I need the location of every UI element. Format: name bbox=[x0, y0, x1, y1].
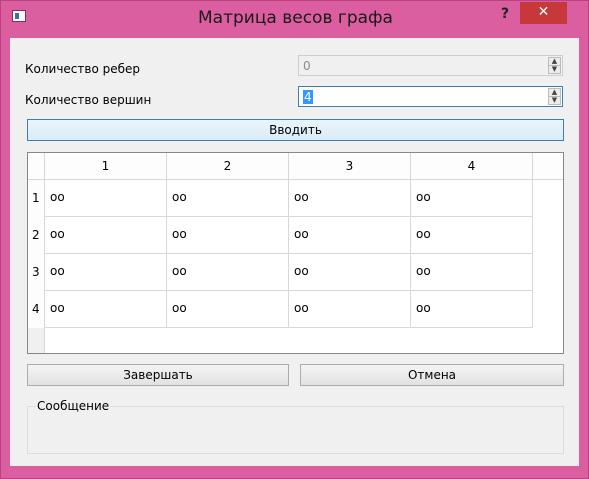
matrix-cell[interactable]: oo bbox=[45, 217, 167, 254]
matrix-cell[interactable]: oo bbox=[45, 291, 167, 328]
row-header-filler bbox=[28, 328, 45, 353]
message-groupbox: Сообщение bbox=[27, 399, 564, 454]
cancel-button[interactable]: Отмена bbox=[300, 364, 564, 386]
column-header[interactable]: 4 bbox=[411, 153, 533, 180]
help-button[interactable]: ? bbox=[490, 4, 520, 26]
close-icon: ✕ bbox=[537, 4, 550, 20]
vertices-spin-arrows[interactable]: ▲ ▼ bbox=[548, 88, 561, 105]
matrix-cell[interactable]: oo bbox=[411, 217, 533, 254]
dialog-client-area: Количество ребер 0 ▲ ▼ Количество вершин… bbox=[10, 38, 579, 466]
matrix-cell[interactable]: oo bbox=[289, 291, 411, 328]
row-header[interactable]: 1 bbox=[28, 180, 45, 217]
matrix-cell[interactable]: oo bbox=[167, 217, 289, 254]
matrix-cell[interactable]: oo bbox=[167, 291, 289, 328]
matrix-cell[interactable]: oo bbox=[289, 180, 411, 217]
matrix-cell[interactable]: oo bbox=[411, 254, 533, 291]
dialog-window: Матрица весов графа ? ✕ Количество ребер… bbox=[0, 0, 589, 479]
vertices-count-label: Количество вершин bbox=[25, 93, 152, 107]
matrix-cell[interactable]: oo bbox=[45, 254, 167, 291]
row-header[interactable]: 2 bbox=[28, 217, 45, 254]
edges-spin-arrows: ▲ ▼ bbox=[548, 57, 561, 74]
column-header[interactable]: 1 bbox=[45, 153, 167, 180]
spin-down-icon: ▼ bbox=[551, 65, 558, 73]
row-header[interactable]: 3 bbox=[28, 254, 45, 291]
matrix-cell[interactable]: oo bbox=[411, 291, 533, 328]
edges-count-label: Количество ребер bbox=[25, 62, 141, 76]
matrix-cell[interactable]: oo bbox=[289, 254, 411, 291]
matrix-cell[interactable]: oo bbox=[411, 180, 533, 217]
column-header[interactable]: 2 bbox=[167, 153, 289, 180]
matrix-cell[interactable]: oo bbox=[45, 180, 167, 217]
close-button[interactable]: ✕ bbox=[520, 2, 567, 24]
finish-button[interactable]: Завершать bbox=[27, 364, 289, 386]
matrix-cell[interactable]: oo bbox=[289, 217, 411, 254]
matrix-cell[interactable]: oo bbox=[167, 180, 289, 217]
column-header[interactable]: 3 bbox=[289, 153, 411, 180]
row-header[interactable]: 4 bbox=[28, 291, 45, 328]
title-bar[interactable]: Матрица весов графа ? ✕ bbox=[1, 1, 588, 37]
matrix-cell[interactable]: oo bbox=[167, 254, 289, 291]
vertices-count-value[interactable]: 4 bbox=[303, 90, 313, 104]
vertices-count-spinbox[interactable]: 4 ▲ ▼ bbox=[298, 86, 563, 107]
column-header-filler bbox=[533, 153, 563, 180]
edges-count-value: 0 bbox=[303, 59, 311, 73]
message-groupbox-title: Сообщение bbox=[35, 399, 112, 413]
edges-count-spinbox: 0 ▲ ▼ bbox=[298, 55, 563, 76]
weight-matrix-table[interactable]: 1 2 3 4 1 oo oo oo oo 2 oo oo oo oo 3 oo… bbox=[27, 152, 564, 354]
table-corner bbox=[28, 153, 45, 180]
enter-button[interactable]: Вводить bbox=[27, 119, 564, 141]
spin-down-icon[interactable]: ▼ bbox=[549, 97, 560, 104]
